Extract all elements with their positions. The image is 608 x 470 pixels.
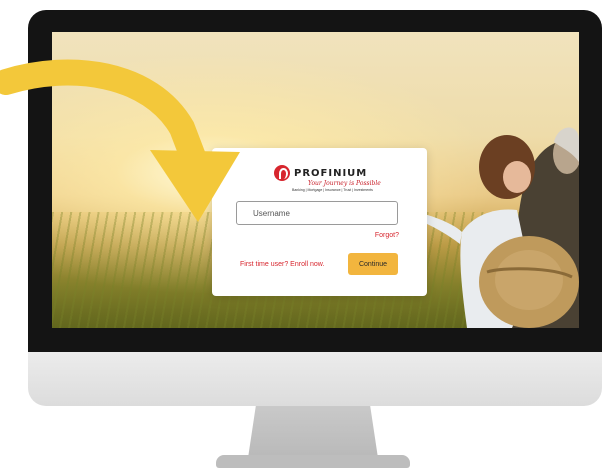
brand-services: Banking | Mortgage | Insurance | Trust |… — [292, 188, 373, 192]
forgot-link[interactable]: Forgot? — [375, 232, 399, 239]
stage: PROFINIUM Your Journey is Possible Banki… — [0, 0, 608, 470]
username-input[interactable] — [236, 201, 398, 225]
screen: PROFINIUM Your Journey is Possible Banki… — [52, 32, 579, 328]
monitor-chin — [28, 352, 602, 406]
monitor-stand-base — [216, 455, 410, 468]
login-card: PROFINIUM Your Journey is Possible Banki… — [212, 148, 427, 296]
brand-name: PROFINIUM — [294, 167, 368, 179]
continue-button[interactable]: Continue — [348, 253, 398, 275]
monitor-stand — [248, 406, 378, 458]
brand-tagline: Your Journey is Possible — [308, 180, 381, 187]
enroll-link[interactable]: First time user? Enroll now. — [240, 261, 324, 268]
profinium-logo-icon — [274, 165, 290, 181]
